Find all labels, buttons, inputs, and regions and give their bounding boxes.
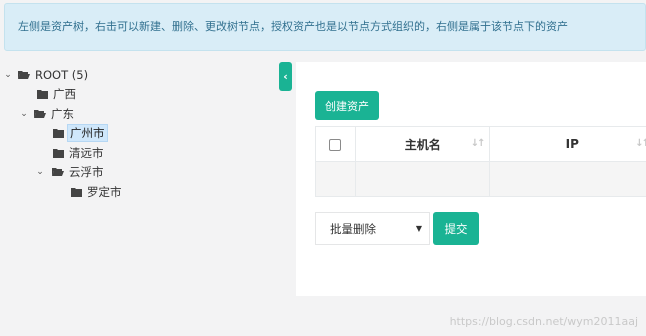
chevron-down-icon[interactable]: ⌄ bbox=[3, 70, 13, 80]
table-empty-row bbox=[315, 161, 646, 197]
tree-node-guangzhou[interactable]: 广州市 bbox=[53, 124, 108, 142]
tree-node-label: 广西 bbox=[53, 87, 76, 101]
folder-icon bbox=[53, 128, 64, 138]
tree-node-label: ROOT (5) bbox=[35, 68, 89, 82]
folder-icon bbox=[53, 148, 64, 158]
column-ip[interactable]: IP ↓↑ bbox=[489, 126, 646, 162]
submit-label: 提交 bbox=[444, 221, 468, 236]
folder-open-icon bbox=[18, 71, 30, 79]
info-alert: 左侧是资产树，右击可以新建、删除、更改树节点，授权资产也是以节点方式组织的，右侧… bbox=[4, 3, 646, 51]
folder-open-icon bbox=[34, 110, 46, 118]
tree-node-label: 广州市 bbox=[67, 124, 108, 142]
tree-node-root[interactable]: ⌄ ROOT (5) bbox=[3, 66, 90, 84]
create-asset-label: 创建资产 bbox=[325, 99, 369, 113]
table-header-row: 主机名 ↓↑ IP ↓↑ bbox=[315, 126, 646, 162]
asset-table: 主机名 ↓↑ IP ↓↑ bbox=[315, 126, 646, 197]
watermark: https://blog.csdn.net/wym2011aaj bbox=[449, 315, 638, 328]
tree-node-label: 云浮市 bbox=[69, 165, 104, 179]
bulk-action-select[interactable]: 批量删除 ▼ bbox=[315, 212, 430, 245]
select-all-checkbox[interactable] bbox=[329, 138, 342, 151]
submit-button[interactable]: 提交 bbox=[433, 212, 479, 245]
table-cell bbox=[354, 161, 491, 197]
column-ip-label: IP bbox=[565, 137, 579, 151]
tree-node-guangdong[interactable]: ⌄ 广东 bbox=[19, 105, 76, 123]
caret-down-icon: ▼ bbox=[415, 224, 422, 233]
tree-node-guangxi[interactable]: 广西 bbox=[37, 85, 78, 103]
tree-node-qingyuan[interactable]: 清远市 bbox=[53, 144, 106, 162]
chevron-left-icon: ‹ bbox=[283, 70, 288, 83]
chevron-down-icon[interactable]: ⌄ bbox=[19, 109, 29, 119]
create-asset-button[interactable]: 创建资产 bbox=[315, 91, 379, 120]
chevron-down-icon[interactable]: ⌄ bbox=[35, 167, 45, 177]
table-cell bbox=[315, 161, 356, 197]
folder-icon bbox=[37, 89, 48, 99]
folder-open-icon bbox=[52, 168, 64, 176]
asset-panel: 创建资产 主机名 ↓↑ IP ↓↑ 批量删除 ▼ 提交 bbox=[296, 62, 646, 296]
table-cell bbox=[489, 161, 646, 197]
select-all-header bbox=[315, 126, 356, 162]
tree-node-yunfu[interactable]: ⌄ 云浮市 bbox=[35, 163, 106, 181]
collapse-sidebar-button[interactable]: ‹ bbox=[279, 62, 292, 91]
tree-node-label: 清远市 bbox=[69, 146, 104, 160]
bulk-action-value: 批量删除 bbox=[330, 221, 376, 236]
sort-icon[interactable]: ↓↑ bbox=[635, 138, 646, 149]
column-hostname[interactable]: 主机名 ↓↑ bbox=[354, 126, 491, 162]
alert-text: 左侧是资产树，右击可以新建、删除、更改树节点，授权资产也是以节点方式组织的，右侧… bbox=[18, 20, 568, 33]
sort-icon[interactable]: ↓↑ bbox=[471, 138, 486, 149]
tree-node-label: 罗定市 bbox=[87, 185, 122, 199]
folder-icon bbox=[71, 187, 82, 197]
column-hostname-label: 主机名 bbox=[404, 137, 441, 152]
tree-node-luoding[interactable]: 罗定市 bbox=[71, 183, 124, 201]
tree-node-label: 广东 bbox=[51, 107, 74, 121]
